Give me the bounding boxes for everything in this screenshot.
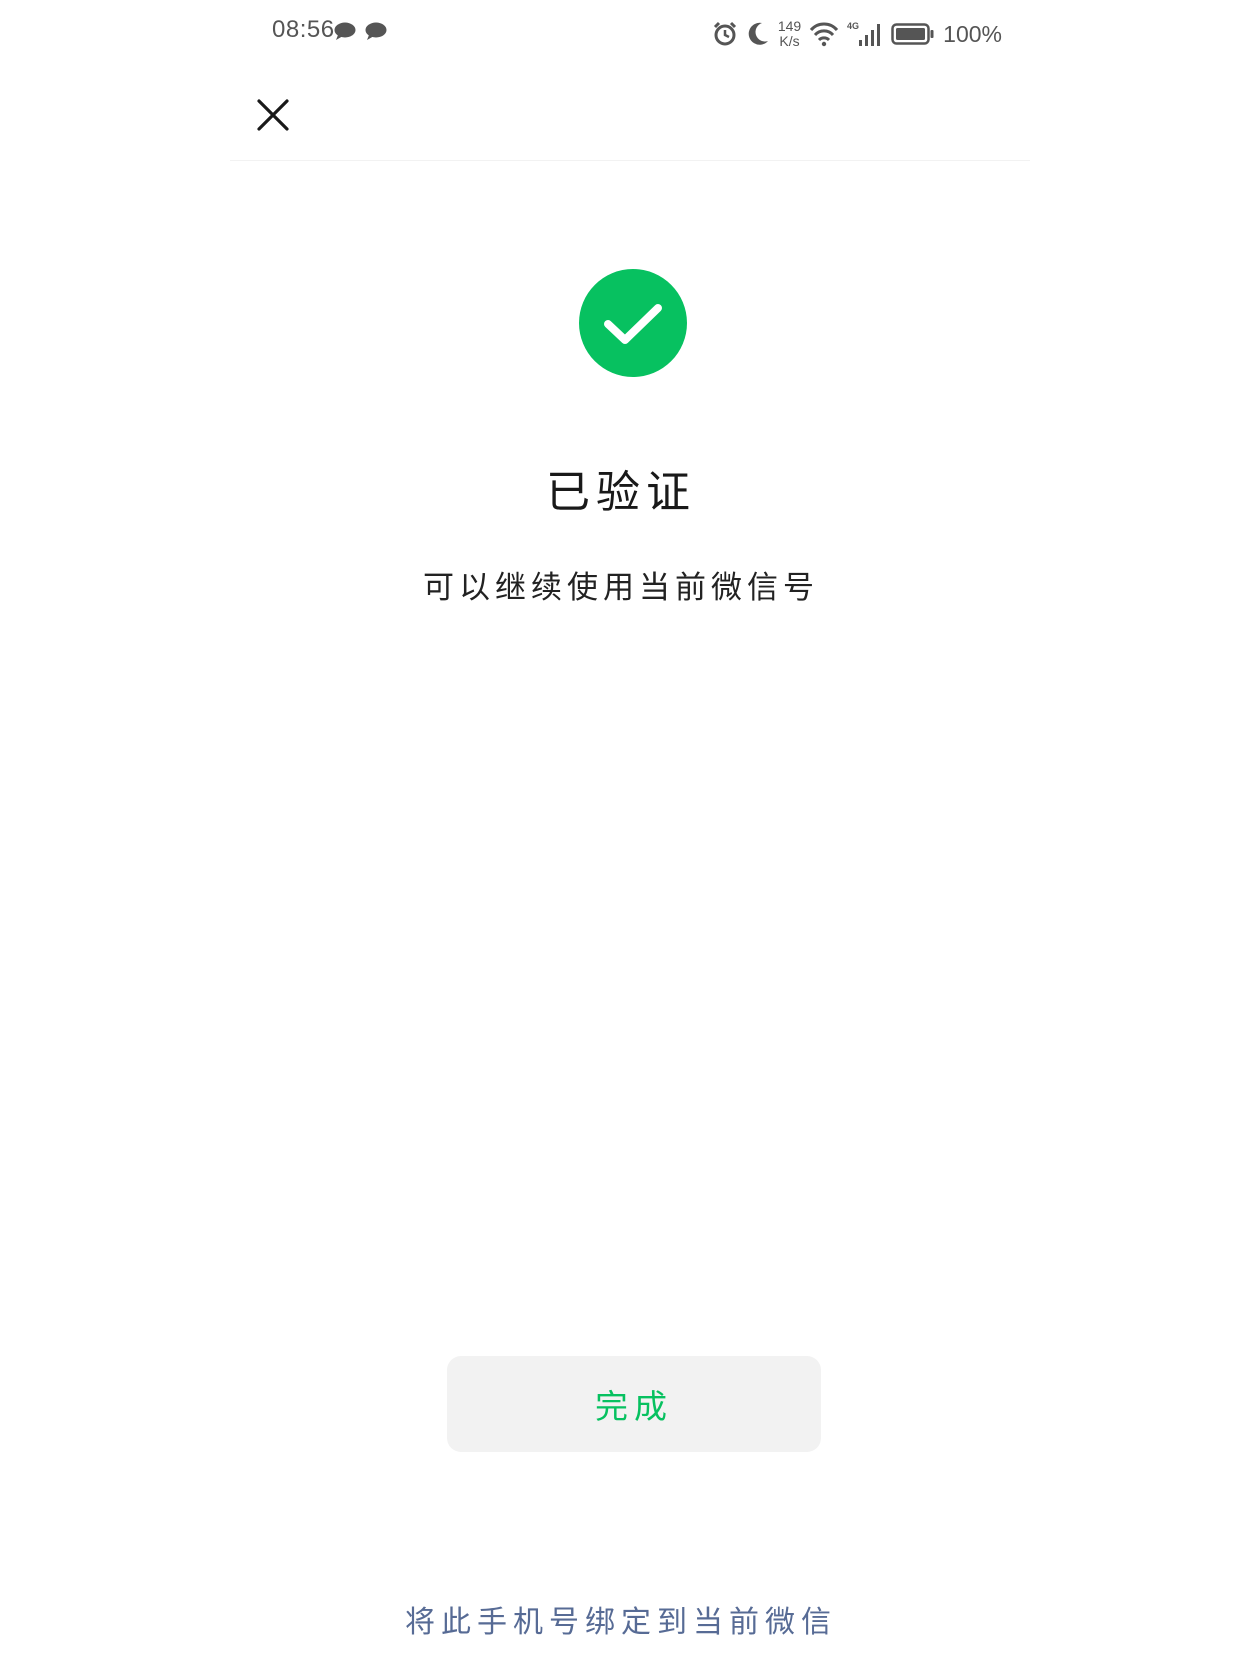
page-subtitle: 可以继续使用当前微信号: [423, 570, 819, 606]
close-button[interactable]: [250, 92, 296, 138]
network-type-label: 4G: [847, 21, 859, 31]
battery-icon: [891, 23, 934, 45]
alarm-icon: [713, 21, 736, 46]
bind-phone-link[interactable]: 将此手机号绑定到当前微信: [0, 1597, 1242, 1641]
status-icons: 149 K/s 4G 100%: [712, 14, 1002, 54]
done-button[interactable]: 完成: [447, 1356, 821, 1452]
chat-bubble-icon: [334, 22, 356, 40]
moon-icon: [748, 22, 768, 45]
net-speed-value: 149: [777, 18, 802, 34]
battery-percent: 100%: [943, 20, 1002, 47]
wifi-icon: [810, 22, 839, 47]
page-title: 已验证: [546, 467, 696, 518]
status-time: 08:56: [272, 16, 335, 43]
net-speed-unit: K/s: [779, 33, 800, 49]
close-icon: [257, 99, 289, 131]
nav-bar: [230, 70, 1030, 161]
success-check-icon: [579, 269, 687, 377]
signal-icon: 4G: [847, 21, 881, 46]
net-speed: 149 K/s: [778, 19, 801, 49]
status-bar: 08:56 149 K/s 4G 100%: [0, 0, 1242, 70]
chat-bubble-icon: [365, 22, 387, 40]
